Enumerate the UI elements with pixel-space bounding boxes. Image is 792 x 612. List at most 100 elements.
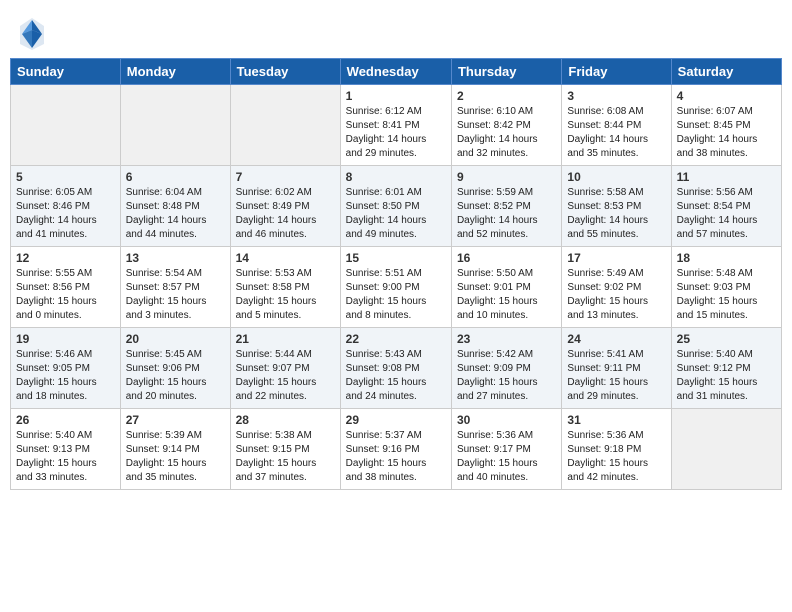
day-number: 27 <box>126 413 225 427</box>
calendar-day-cell: 1 Sunrise: 6:12 AM Sunset: 8:41 PM Daylig… <box>340 85 451 166</box>
day-info: Sunrise: 5:58 AM Sunset: 8:53 PM Dayligh… <box>567 186 665 242</box>
day-number: 9 <box>457 170 556 184</box>
calendar-day-cell: 27 Sunrise: 5:39 AM Sunset: 9:14 PM Dayli… <box>120 409 230 490</box>
day-info: Sunrise: 6:04 AM Sunset: 8:48 PM Dayligh… <box>126 186 225 242</box>
day-info: Sunrise: 5:36 AM Sunset: 9:17 PM Dayligh… <box>457 429 556 485</box>
calendar-week-row: 12 Sunrise: 5:55 AM Sunset: 8:56 PM Dayli… <box>11 247 782 328</box>
day-info: Sunrise: 6:12 AM Sunset: 8:41 PM Dayligh… <box>346 105 446 161</box>
day-number: 6 <box>126 170 225 184</box>
calendar-day-cell: 7 Sunrise: 6:02 AM Sunset: 8:49 PM Daylig… <box>230 166 340 247</box>
day-info: Sunrise: 5:51 AM Sunset: 9:00 PM Dayligh… <box>346 267 446 323</box>
day-info: Sunrise: 5:49 AM Sunset: 9:02 PM Dayligh… <box>567 267 665 323</box>
day-of-week-header: Friday <box>562 59 671 85</box>
day-info: Sunrise: 5:46 AM Sunset: 9:05 PM Dayligh… <box>16 348 115 404</box>
calendar-week-row: 19Sunrise: 5:46 AM Sunset: 9:05 PM Dayli… <box>11 328 782 409</box>
day-number: 17 <box>567 251 665 265</box>
day-number: 3 <box>567 89 665 103</box>
calendar-day-cell <box>120 85 230 166</box>
logo <box>18 16 48 52</box>
calendar-day-cell: 4Sunrise: 6:07 AM Sunset: 8:45 PM Daylig… <box>671 85 781 166</box>
calendar-day-cell: 10 Sunrise: 5:58 AM Sunset: 8:53 PM Dayli… <box>562 166 671 247</box>
day-number: 24 <box>567 332 665 346</box>
day-number: 13 <box>126 251 225 265</box>
calendar-day-cell: 9 Sunrise: 5:59 AM Sunset: 8:52 PM Daylig… <box>451 166 561 247</box>
day-number: 1 <box>346 89 446 103</box>
day-info: Sunrise: 6:07 AM Sunset: 8:45 PM Dayligh… <box>677 105 776 161</box>
day-info: Sunrise: 6:01 AM Sunset: 8:50 PM Dayligh… <box>346 186 446 242</box>
day-number: 14 <box>236 251 335 265</box>
calendar-day-cell: 12 Sunrise: 5:55 AM Sunset: 8:56 PM Dayli… <box>11 247 121 328</box>
day-info: Sunrise: 5:43 AM Sunset: 9:08 PM Dayligh… <box>346 348 446 404</box>
calendar-header-row: SundayMondayTuesdayWednesdayThursdayFrid… <box>11 59 782 85</box>
calendar-week-row: 5 Sunrise: 6:05 AM Sunset: 8:46 PM Daylig… <box>11 166 782 247</box>
calendar-day-cell: 19Sunrise: 5:46 AM Sunset: 9:05 PM Dayli… <box>11 328 121 409</box>
calendar-day-cell: 2Sunrise: 6:10 AM Sunset: 8:42 PM Daylig… <box>451 85 561 166</box>
day-info: Sunrise: 5:38 AM Sunset: 9:15 PM Dayligh… <box>236 429 335 485</box>
day-info: Sunrise: 5:41 AM Sunset: 9:11 PM Dayligh… <box>567 348 665 404</box>
day-info: Sunrise: 6:05 AM Sunset: 8:46 PM Dayligh… <box>16 186 115 242</box>
day-info: Sunrise: 5:36 AM Sunset: 9:18 PM Dayligh… <box>567 429 665 485</box>
day-number: 7 <box>236 170 335 184</box>
calendar-day-cell: 16 Sunrise: 5:50 AM Sunset: 9:01 PM Dayli… <box>451 247 561 328</box>
day-of-week-header: Thursday <box>451 59 561 85</box>
day-number: 28 <box>236 413 335 427</box>
calendar-day-cell: 15Sunrise: 5:51 AM Sunset: 9:00 PM Dayli… <box>340 247 451 328</box>
day-number: 11 <box>677 170 776 184</box>
day-number: 12 <box>16 251 115 265</box>
day-number: 5 <box>16 170 115 184</box>
day-number: 31 <box>567 413 665 427</box>
day-of-week-header: Sunday <box>11 59 121 85</box>
day-info: Sunrise: 6:02 AM Sunset: 8:49 PM Dayligh… <box>236 186 335 242</box>
calendar-week-row: 1 Sunrise: 6:12 AM Sunset: 8:41 PM Daylig… <box>11 85 782 166</box>
calendar-day-cell: 13Sunrise: 5:54 AM Sunset: 8:57 PM Dayli… <box>120 247 230 328</box>
day-info: Sunrise: 5:55 AM Sunset: 8:56 PM Dayligh… <box>16 267 115 323</box>
day-info: Sunrise: 5:40 AM Sunset: 9:12 PM Dayligh… <box>677 348 776 404</box>
day-number: 30 <box>457 413 556 427</box>
calendar-week-row: 26 Sunrise: 5:40 AM Sunset: 9:13 PM Dayli… <box>11 409 782 490</box>
calendar-day-cell: 29Sunrise: 5:37 AM Sunset: 9:16 PM Dayli… <box>340 409 451 490</box>
day-info: Sunrise: 5:50 AM Sunset: 9:01 PM Dayligh… <box>457 267 556 323</box>
page-header <box>10 10 782 52</box>
calendar-day-cell <box>671 409 781 490</box>
day-number: 21 <box>236 332 335 346</box>
day-info: Sunrise: 6:10 AM Sunset: 8:42 PM Dayligh… <box>457 105 556 161</box>
day-info: Sunrise: 5:56 AM Sunset: 8:54 PM Dayligh… <box>677 186 776 242</box>
day-info: Sunrise: 5:53 AM Sunset: 8:58 PM Dayligh… <box>236 267 335 323</box>
calendar-table: SundayMondayTuesdayWednesdayThursdayFrid… <box>10 58 782 490</box>
day-info: Sunrise: 6:08 AM Sunset: 8:44 PM Dayligh… <box>567 105 665 161</box>
calendar-day-cell: 14 Sunrise: 5:53 AM Sunset: 8:58 PM Dayli… <box>230 247 340 328</box>
day-info: Sunrise: 5:40 AM Sunset: 9:13 PM Dayligh… <box>16 429 115 485</box>
calendar-day-cell: 25 Sunrise: 5:40 AM Sunset: 9:12 PM Dayli… <box>671 328 781 409</box>
day-number: 16 <box>457 251 556 265</box>
calendar-day-cell: 23 Sunrise: 5:42 AM Sunset: 9:09 PM Dayli… <box>451 328 561 409</box>
day-number: 23 <box>457 332 556 346</box>
day-info: Sunrise: 5:44 AM Sunset: 9:07 PM Dayligh… <box>236 348 335 404</box>
day-number: 10 <box>567 170 665 184</box>
day-info: Sunrise: 5:39 AM Sunset: 9:14 PM Dayligh… <box>126 429 225 485</box>
calendar-day-cell: 22Sunrise: 5:43 AM Sunset: 9:08 PM Dayli… <box>340 328 451 409</box>
day-number: 18 <box>677 251 776 265</box>
calendar-day-cell: 17 Sunrise: 5:49 AM Sunset: 9:02 PM Dayli… <box>562 247 671 328</box>
calendar-day-cell: 24 Sunrise: 5:41 AM Sunset: 9:11 PM Dayli… <box>562 328 671 409</box>
day-of-week-header: Tuesday <box>230 59 340 85</box>
calendar-day-cell: 6 Sunrise: 6:04 AM Sunset: 8:48 PM Daylig… <box>120 166 230 247</box>
calendar-day-cell: 11 Sunrise: 5:56 AM Sunset: 8:54 PM Dayli… <box>671 166 781 247</box>
day-info: Sunrise: 5:48 AM Sunset: 9:03 PM Dayligh… <box>677 267 776 323</box>
day-of-week-header: Saturday <box>671 59 781 85</box>
day-number: 8 <box>346 170 446 184</box>
day-number: 20 <box>126 332 225 346</box>
calendar-day-cell: 26 Sunrise: 5:40 AM Sunset: 9:13 PM Dayli… <box>11 409 121 490</box>
calendar-day-cell <box>11 85 121 166</box>
day-info: Sunrise: 5:37 AM Sunset: 9:16 PM Dayligh… <box>346 429 446 485</box>
day-info: Sunrise: 5:42 AM Sunset: 9:09 PM Dayligh… <box>457 348 556 404</box>
calendar-day-cell: 21 Sunrise: 5:44 AM Sunset: 9:07 PM Dayli… <box>230 328 340 409</box>
calendar-day-cell: 30 Sunrise: 5:36 AM Sunset: 9:17 PM Dayli… <box>451 409 561 490</box>
day-number: 26 <box>16 413 115 427</box>
calendar-day-cell: 20Sunrise: 5:45 AM Sunset: 9:06 PM Dayli… <box>120 328 230 409</box>
calendar-day-cell: 28 Sunrise: 5:38 AM Sunset: 9:15 PM Dayli… <box>230 409 340 490</box>
day-info: Sunrise: 5:59 AM Sunset: 8:52 PM Dayligh… <box>457 186 556 242</box>
calendar-day-cell <box>230 85 340 166</box>
logo-icon <box>18 16 46 52</box>
calendar-day-cell: 31 Sunrise: 5:36 AM Sunset: 9:18 PM Dayli… <box>562 409 671 490</box>
day-number: 25 <box>677 332 776 346</box>
